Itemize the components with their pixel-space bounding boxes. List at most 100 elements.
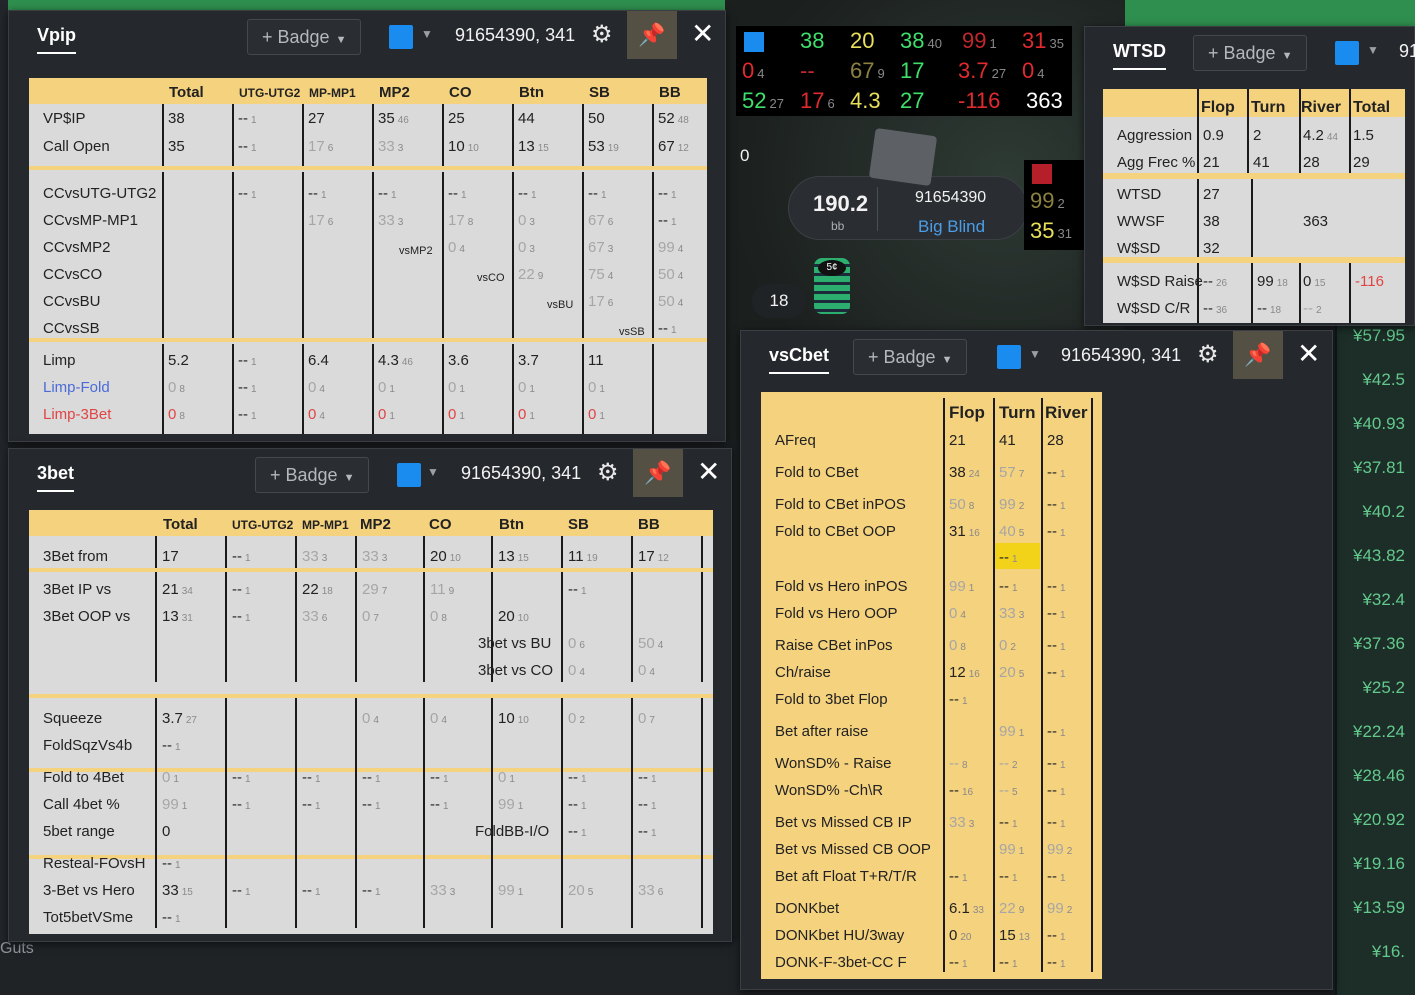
stat-cell: -- 5 <box>999 782 1018 799</box>
stat-cell: -- 1 <box>588 185 607 202</box>
stack-badge: 18 <box>752 284 806 318</box>
stat-cell: 53 19 <box>588 138 619 155</box>
side-price: ¥40.93 <box>1353 414 1405 433</box>
stat-cell: -- 1 <box>568 581 587 598</box>
column-divider <box>162 104 164 166</box>
add-badge-button[interactable]: + Badge ▼ <box>853 339 968 375</box>
threebet-popup-window[interactable]: 3bet + Badge ▼ ▼ 91654390, 341 ⚙ 📌 ✕ Tota… <box>8 448 732 942</box>
stat-cell: -- 1 <box>1047 464 1066 481</box>
stat-cell: 03 <box>518 212 535 229</box>
column-divider <box>302 172 304 338</box>
stat-cell: 6.1 33 <box>949 900 984 917</box>
stat-cell: 99 2 <box>999 496 1025 513</box>
row-label: DONKbet HU/3way <box>775 927 905 944</box>
vs-label: vsBU <box>547 299 574 311</box>
stat-cell: -- 1 <box>302 769 321 786</box>
gear-icon[interactable]: ⚙ <box>597 461 619 485</box>
stat-cell: 08 <box>168 406 185 423</box>
column-header: MP-MP1 <box>302 518 349 532</box>
column-header: Turn <box>999 403 1036 422</box>
pin-icon[interactable]: 📌 <box>627 11 677 59</box>
close-icon[interactable]: ✕ <box>1297 339 1320 369</box>
stat-cell: -- 1 <box>238 379 257 396</box>
chevron-down-icon[interactable]: ▼ <box>1367 43 1379 57</box>
pin-icon[interactable]: 📌 <box>633 449 683 497</box>
stat-cell: 01 <box>588 379 605 396</box>
column-divider <box>512 344 514 434</box>
hud-stat: 17 6 <box>800 88 835 113</box>
stat-cell: 07 <box>362 608 379 625</box>
stat-cell: 38 24 <box>949 464 980 481</box>
hud-stat: 99 1 <box>962 28 997 53</box>
stat-cell: 04 <box>949 605 966 622</box>
row-label: Ch/raise <box>775 664 831 681</box>
stat-cell: 75 4 <box>588 266 614 283</box>
stat-cell: 5.2 <box>168 352 189 369</box>
player-id: 91654390, 341 <box>455 25 576 45</box>
hud-stat: 52 27 <box>742 88 784 113</box>
hud-stat: 363 <box>1026 88 1063 113</box>
color-swatch[interactable] <box>1335 41 1359 65</box>
wtsd-header: WTSD + Badge ▼ ▼ 91 <box>1085 27 1415 79</box>
chevron-down-icon[interactable]: ▼ <box>1029 347 1041 361</box>
chevron-down-icon[interactable]: ▼ <box>427 465 439 479</box>
add-badge-button[interactable]: + Badge ▼ <box>255 457 370 493</box>
stat-cell: 02 <box>568 710 585 727</box>
row-label: Fold to 3bet Flop <box>775 691 888 708</box>
vscbet-tab[interactable]: vsCbet <box>769 345 830 374</box>
pin-icon[interactable]: 📌 <box>1233 331 1283 379</box>
stat-cell: -- 1 <box>232 769 251 786</box>
gear-icon[interactable]: ⚙ <box>591 23 613 47</box>
color-swatch[interactable] <box>397 463 421 487</box>
stat-cell: -116 <box>1355 273 1384 290</box>
close-icon[interactable]: ✕ <box>697 457 720 487</box>
stat-cell: 17 6 <box>588 293 614 310</box>
side-price: ¥37.81 <box>1353 458 1405 477</box>
wtsd-tab[interactable]: WTSD <box>1113 41 1166 70</box>
vpip-popup-window[interactable]: Vpip + Badge ▼ ▼ 91654390, 341 ⚙ 📌 ✕ Tota… <box>8 10 726 442</box>
column-divider <box>1349 263 1351 323</box>
stat-cell: 01 <box>498 769 515 786</box>
stat-cell: -- 1 <box>162 909 181 926</box>
stat-cell: 04 <box>448 239 465 256</box>
vscbet-stats-table: Flop Turn River AFreq 21 41 28 Fold to CBet 38 24… <box>761 392 1102 979</box>
stat-cell: -- 1 <box>1047 523 1066 540</box>
stat-cell: -- 1 <box>238 185 257 202</box>
add-badge-button[interactable]: + Badge ▼ <box>1193 35 1308 71</box>
threebet-tab[interactable]: 3bet <box>37 463 75 492</box>
column-header: BB <box>659 84 681 101</box>
stat-cell: 35 46 <box>378 110 409 127</box>
hud-overlay[interactable]: 38 20 38 40 99 1 31 35 0 4 -- 67 9 17 3.7 27 0 4 52 27 17 6 4.… <box>736 26 1072 116</box>
pot-amount: 190.2 <box>813 191 869 216</box>
threebet-stats-table: Total UTG-UTG2 MP-MP1 MP2 CO Btn SB BB 3Bet from… <box>29 510 713 934</box>
stat-cell: -- 2 <box>999 755 1018 772</box>
side-price: ¥20.92 <box>1353 810 1405 829</box>
stat-cell: -- 1 <box>1047 723 1066 740</box>
stat-cell: 4.2 44 <box>1303 127 1338 144</box>
row-label: Aggression <box>1117 127 1193 144</box>
column-divider <box>162 344 164 434</box>
chevron-down-icon[interactable]: ▼ <box>421 27 433 41</box>
stat-cell: 38 <box>1203 213 1220 230</box>
column-divider <box>442 172 444 338</box>
color-swatch[interactable] <box>997 345 1021 369</box>
add-badge-button[interactable]: + Badge ▼ <box>247 19 362 55</box>
stat-cell: 67 12 <box>658 138 689 155</box>
close-icon[interactable]: ✕ <box>691 19 714 49</box>
column-divider <box>423 536 425 568</box>
stat-cell: -- 1 <box>949 954 968 971</box>
stat-cell: -- 1 <box>238 110 257 127</box>
color-swatch[interactable] <box>389 25 413 49</box>
hud-stat: 31 35 <box>1022 28 1064 53</box>
stat-cell: 04 <box>430 710 447 727</box>
wtsd-popup-window[interactable]: WTSD + Badge ▼ ▼ 91 Flop Turn River Total Agg… <box>1084 26 1415 326</box>
vscbet-popup-window[interactable]: vsCbet + Badge ▼ ▼ 91654390, 341 ⚙ 📌 ✕ Fl… <box>740 330 1333 990</box>
player-seat-box[interactable]: 190.2 bb 91654390 Big Blind <box>788 176 1028 240</box>
stat-cell: 33 3 <box>999 605 1025 622</box>
vpip-tab[interactable]: Vpip <box>37 25 76 54</box>
column-header: Btn <box>499 516 524 533</box>
column-divider <box>582 104 584 166</box>
column-divider <box>1251 179 1253 257</box>
row-label: Tot5betVSme <box>43 909 134 926</box>
gear-icon[interactable]: ⚙ <box>1197 343 1219 367</box>
